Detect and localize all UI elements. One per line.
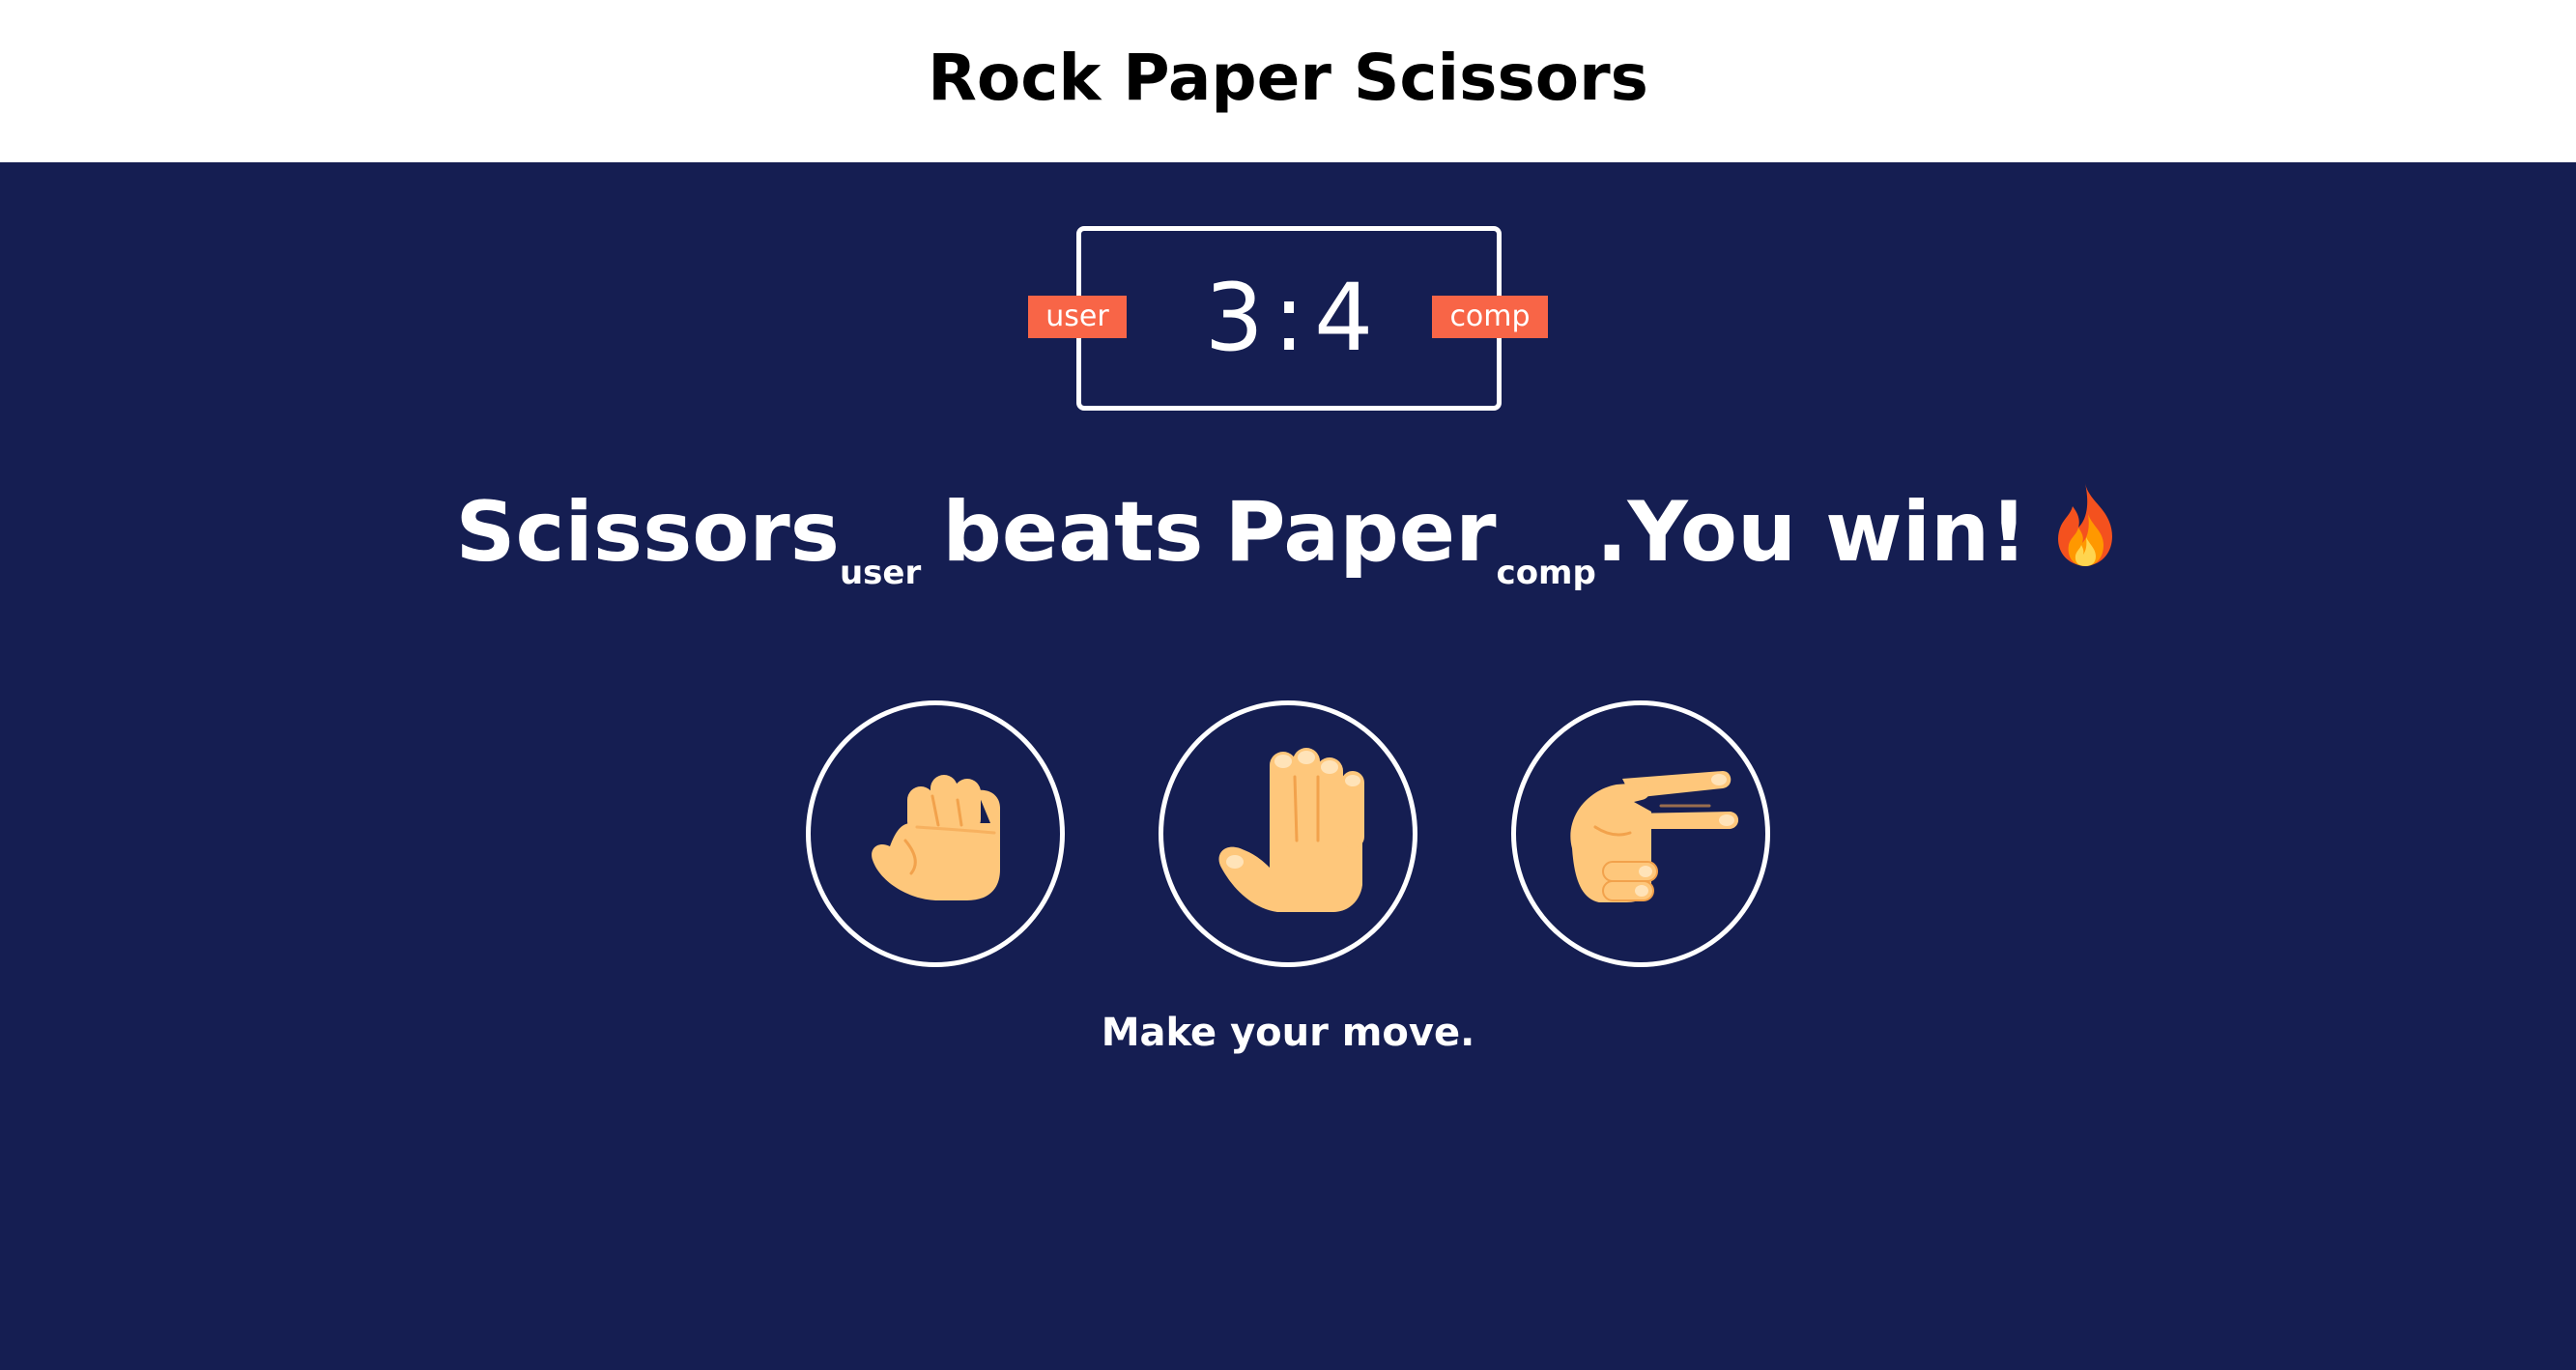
result-outcome: .You win! <box>1595 484 2028 581</box>
result-message: Scissorsuser beats Papercomp.You win! <box>0 479 2576 589</box>
header: Rock Paper Scissors <box>0 0 2576 162</box>
score-separator: : <box>1273 264 1305 372</box>
comp-badge: comp <box>1432 296 1548 338</box>
result-user-subscript: user <box>839 554 922 592</box>
user-score: 3 <box>1204 264 1264 372</box>
result-user-choice: Scissors <box>455 484 840 581</box>
fire-icon <box>2057 483 2112 566</box>
paper-button[interactable] <box>1159 700 1417 967</box>
result-verb: beats <box>942 484 1204 581</box>
move-prompt: Make your move. <box>1101 1011 1475 1055</box>
paper-hand-icon <box>1218 748 1364 912</box>
scissors-hand-icon <box>1570 771 1739 902</box>
user-badge: user <box>1028 296 1127 338</box>
rock-hand-icon <box>872 775 1000 900</box>
rock-button[interactable] <box>806 700 1065 967</box>
result-comp-choice: Paper <box>1224 484 1497 581</box>
scissors-button[interactable] <box>1511 700 1770 967</box>
page-title: Rock Paper Scissors <box>928 41 1648 115</box>
result-comp-subscript: comp <box>1496 554 1596 592</box>
comp-score: 4 <box>1314 264 1374 372</box>
